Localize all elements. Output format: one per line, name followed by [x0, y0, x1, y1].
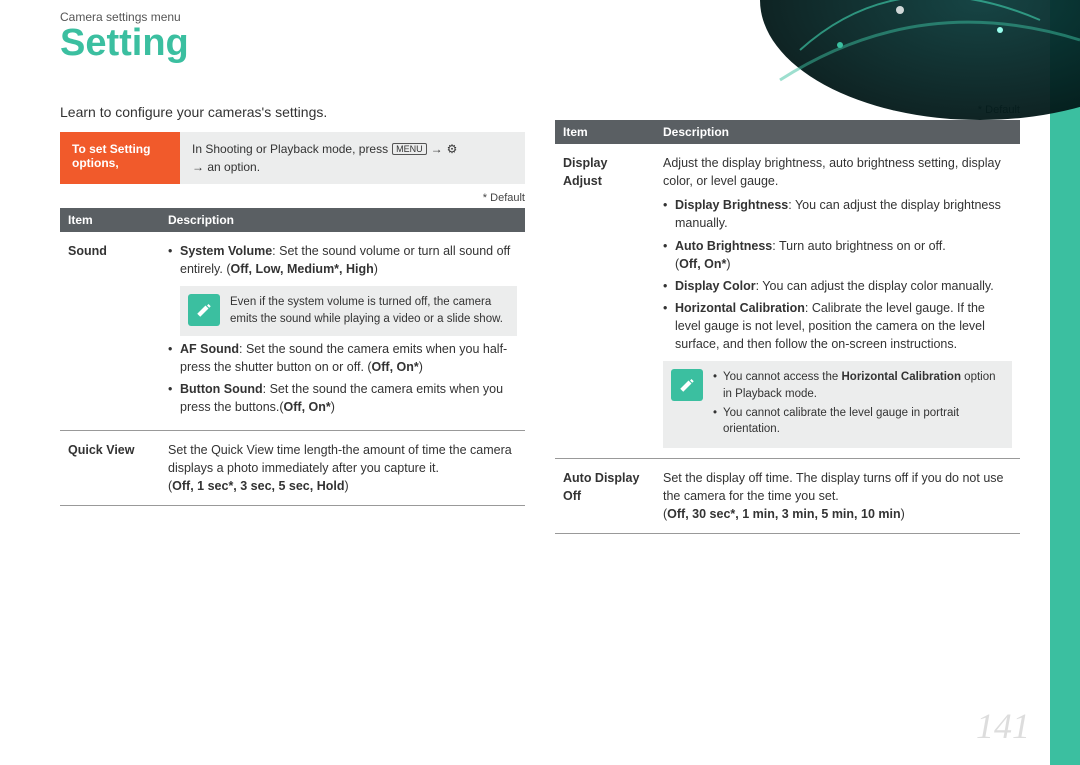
btn-close: ): [331, 400, 335, 414]
cell-autodisp-label: Auto Display Off: [555, 458, 655, 533]
th-item-r: Item: [555, 120, 655, 144]
af-close: ): [419, 360, 423, 374]
sysvol-close: ): [374, 262, 378, 276]
ab-text: : Turn auto brightness on or off.: [772, 239, 946, 253]
hc-bold: Horizontal Calibration: [675, 301, 805, 315]
pen-icon: [671, 369, 703, 401]
display-note: You cannot access the Horizontal Calibra…: [663, 361, 1012, 448]
btnsound-item: Button Sound: Set the sound the camera e…: [168, 380, 517, 416]
default-note-left: * Default: [60, 192, 525, 204]
cell-quickview-label: Quick View: [60, 431, 160, 506]
left-column: Learn to configure your cameras's settin…: [60, 104, 525, 534]
row-quickview: Quick View Set the Quick View time lengt…: [60, 431, 525, 506]
instruction-label: To set Setting options,: [60, 132, 180, 184]
note1-bold: Horizontal Calibration: [842, 371, 961, 383]
instr-post: → an option.: [192, 160, 260, 174]
pen-icon: [188, 294, 220, 326]
row-sound: Sound System Volume: Set the sound volum…: [60, 232, 525, 431]
instr-pre: In Shooting or Playback mode, press: [192, 142, 388, 156]
gear-icon: ⚙: [447, 142, 458, 156]
sysvol-item: System Volume: Set the sound volume or t…: [168, 242, 517, 336]
menu-key-icon: MENU: [392, 143, 427, 155]
db-bold: Display Brightness: [675, 198, 788, 212]
autodisp-text: Set the display off time. The display tu…: [663, 471, 1003, 503]
note1-pre: You cannot access the: [723, 371, 842, 383]
af-bold: AF Sound: [180, 342, 239, 356]
th-item: Item: [60, 208, 160, 232]
row-autodisplay: Auto Display Off Set the display off tim…: [555, 458, 1020, 533]
sound-note-text: Even if the system volume is turned off,…: [230, 294, 509, 327]
ab-opts: Off, On*: [679, 257, 726, 271]
page-number: 141: [976, 705, 1030, 747]
page-title: Setting: [60, 22, 1080, 65]
cell-display-label: Display Adjust: [555, 144, 655, 458]
th-desc: Description: [160, 208, 525, 232]
autodisp-opts: Off, 30 sec*, 1 min, 3 min, 5 min, 10 mi…: [667, 507, 900, 521]
note1: You cannot access the Horizontal Calibra…: [713, 369, 1004, 402]
db-item: Display Brightness: You can adjust the d…: [663, 196, 1012, 232]
note2: You cannot calibrate the level gauge in …: [713, 405, 1004, 438]
default-note-right: * Default: [555, 104, 1020, 116]
sysvol-opts: Off, Low, Medium*, High: [230, 262, 373, 276]
btn-bold: Button Sound: [180, 382, 263, 396]
btn-opts: Off, On*: [284, 400, 331, 414]
accent-strip: [1050, 0, 1080, 765]
th-desc-r: Description: [655, 120, 1020, 144]
right-column: * Default Item Description Display Adjus…: [555, 104, 1020, 534]
ab-bold: Auto Brightness: [675, 239, 772, 253]
ab-item: Auto Brightness: Turn auto brightness on…: [663, 237, 1012, 273]
dc-bold: Display Color: [675, 279, 756, 293]
settings-table-left: Item Description Sound System Volume: Se…: [60, 208, 525, 506]
cell-sound-label: Sound: [60, 232, 160, 431]
quickview-opts: Off, 1 sec*, 3 sec, 5 sec, Hold: [172, 479, 344, 493]
instruction-body: In Shooting or Playback mode, press MENU…: [180, 132, 525, 184]
dc-text: : You can adjust the display color manua…: [756, 279, 994, 293]
settings-table-right: Item Description Display Adjust Adjust t…: [555, 120, 1020, 534]
af-opts: Off, On*: [372, 360, 419, 374]
quickview-text: Set the Quick View time length-the amoun…: [168, 443, 512, 475]
instruction-box: To set Setting options, In Shooting or P…: [60, 132, 525, 184]
sysvol-bold: System Volume: [180, 244, 272, 258]
dc-item: Display Color: You can adjust the displa…: [663, 277, 1012, 295]
afsound-item: AF Sound: Set the sound the camera emits…: [168, 340, 517, 376]
display-intro: Adjust the display brightness, auto brig…: [663, 154, 1012, 190]
intro-text: Learn to configure your cameras's settin…: [60, 104, 525, 120]
sound-note: Even if the system volume is turned off,…: [180, 286, 517, 335]
row-display-adjust: Display Adjust Adjust the display bright…: [555, 144, 1020, 458]
hc-item: Horizontal Calibration: Calibrate the le…: [663, 299, 1012, 353]
arrow1: →: [431, 142, 443, 156]
